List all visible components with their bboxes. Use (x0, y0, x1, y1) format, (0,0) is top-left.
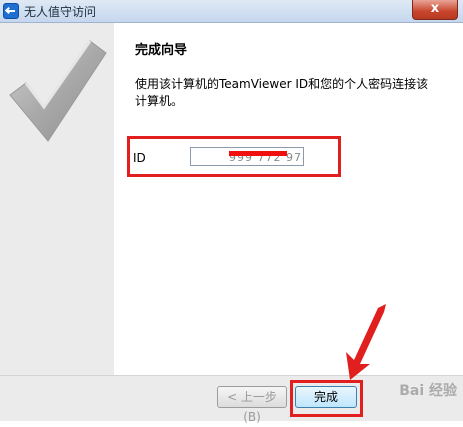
close-button[interactable]: x (412, 0, 458, 20)
checkmark-icon (9, 40, 107, 142)
wizard-side-panel (0, 23, 114, 375)
arrow-pointer-icon (346, 304, 386, 380)
id-label: ID (133, 151, 146, 165)
redaction-mark (229, 151, 287, 156)
title-bar: 无人值守访问 x (0, 0, 463, 23)
wizard-heading: 完成向导 (135, 43, 188, 58)
wizard-content: 完成向导 使用该计算机的TeamViewer ID和您的个人密码连接该计算机。 … (114, 23, 463, 375)
finish-button[interactable]: 完成 (295, 386, 357, 408)
button-bar: < 上一步 (B) 完成 (0, 375, 463, 424)
teamviewer-icon (3, 3, 19, 19)
id-field[interactable]: 999 772 978 (190, 147, 304, 166)
wizard-description: 使用该计算机的TeamViewer ID和您的个人密码连接该计算机。 (135, 77, 429, 108)
watermark: Bai 经验 (399, 383, 457, 399)
back-button[interactable]: < 上一步 (B) (217, 386, 287, 424)
window-title: 无人值守访问 (24, 5, 97, 19)
